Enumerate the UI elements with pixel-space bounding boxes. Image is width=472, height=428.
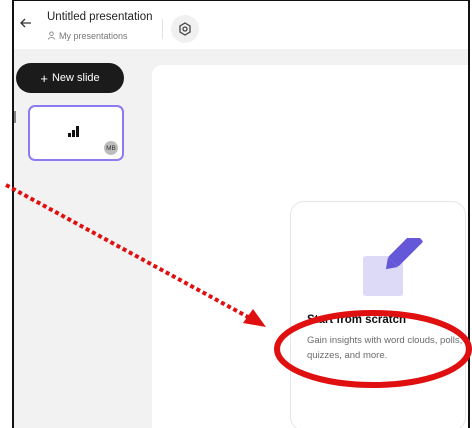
back-arrow-icon[interactable]	[19, 16, 33, 30]
slide-area: Start from scratch Gain insights with wo…	[152, 65, 468, 428]
settings-icon	[179, 22, 191, 36]
bar-chart-icon	[68, 126, 79, 137]
card-description: Gain insights with word clouds, polls, q…	[307, 335, 463, 361]
breadcrumb[interactable]: My presentations	[47, 31, 128, 41]
settings-button[interactable]	[171, 15, 199, 43]
avatar: MB	[104, 141, 118, 155]
divider	[162, 19, 163, 39]
plus-icon: +	[40, 70, 48, 86]
main-canvas: Start from scratch Gain insights with wo…	[150, 49, 468, 428]
slide-marker	[14, 111, 16, 123]
top-bar: Untitled presentation My presentations	[14, 1, 468, 49]
person-icon	[47, 31, 56, 40]
slide-panel: + New slide MB	[14, 49, 150, 428]
start-from-scratch-card[interactable]: Start from scratch Gain insights with wo…	[290, 201, 466, 428]
pencil-icon	[363, 238, 423, 296]
slide-thumbnail[interactable]: MB	[28, 105, 124, 161]
app-window: Untitled presentation My presentations +…	[12, 0, 470, 428]
card-title: Start from scratch	[307, 314, 407, 326]
new-slide-button[interactable]: + New slide	[16, 63, 124, 93]
new-slide-label: New slide	[51, 72, 100, 84]
presentation-title[interactable]: Untitled presentation	[47, 11, 152, 23]
breadcrumb-label: My presentations	[59, 31, 128, 41]
